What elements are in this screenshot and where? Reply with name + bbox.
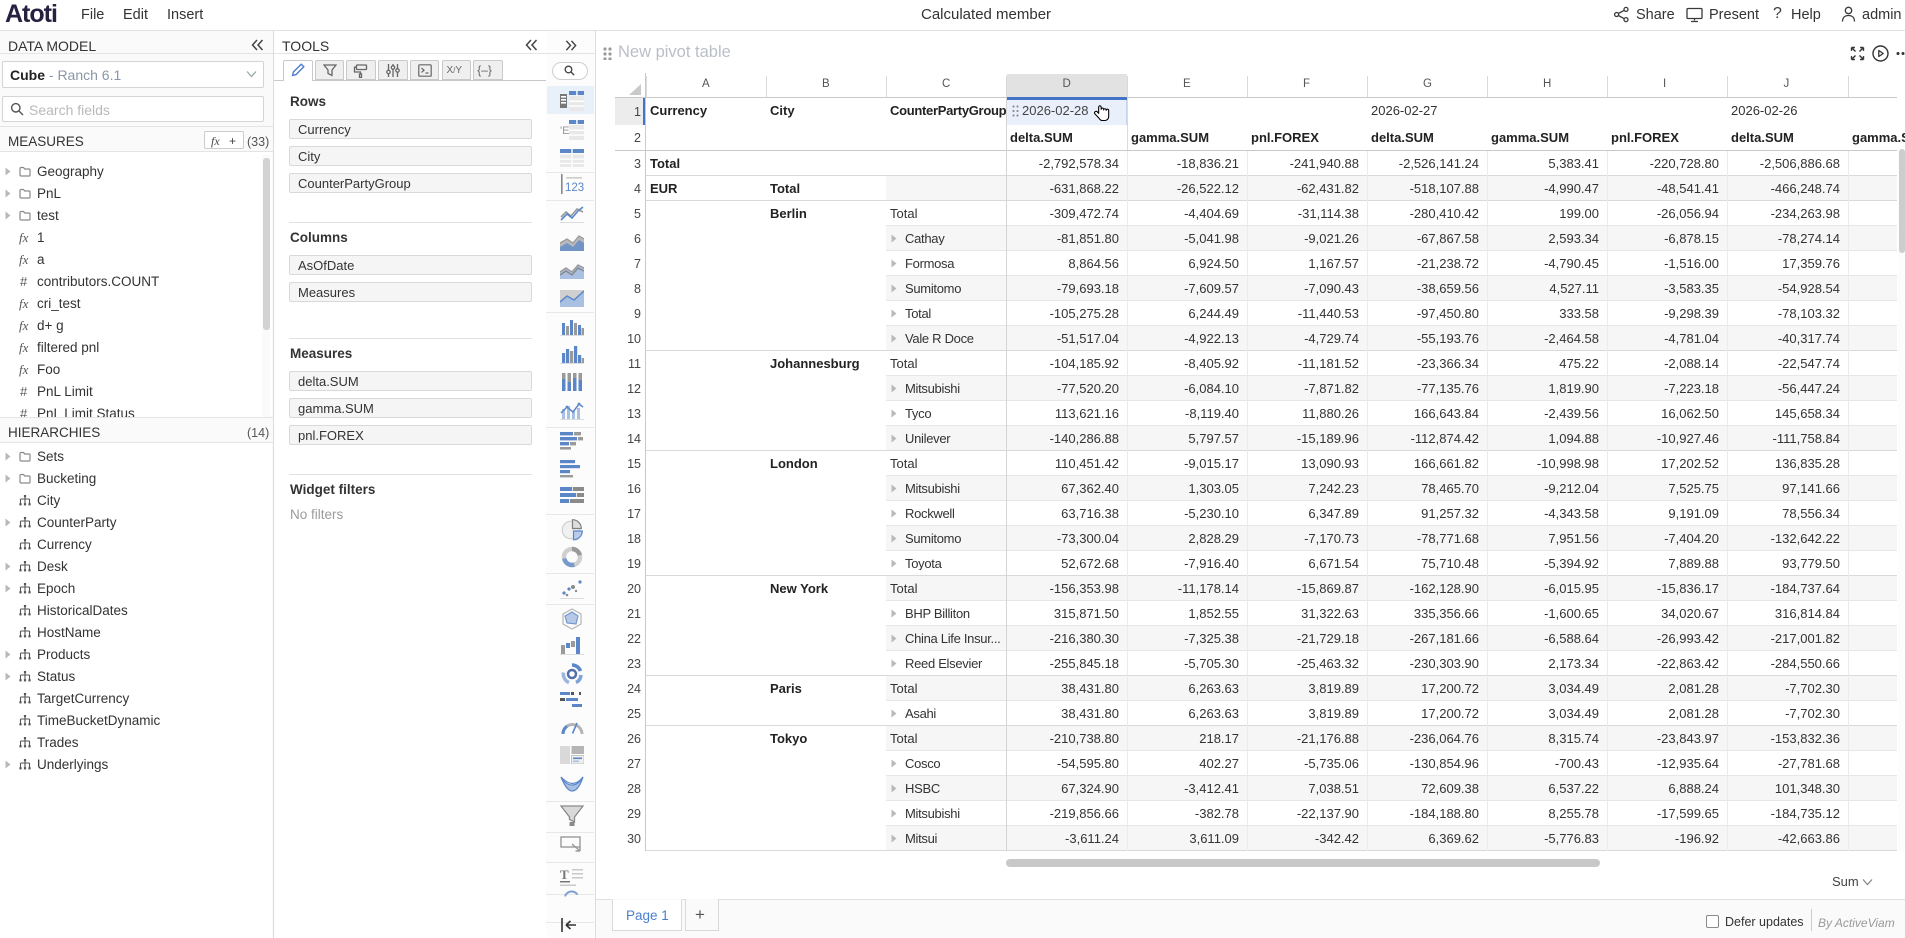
svg-text:T: T bbox=[560, 867, 569, 882]
svg-text:'E: 'E bbox=[560, 125, 569, 137]
svg-text:123: 123 bbox=[565, 182, 584, 194]
